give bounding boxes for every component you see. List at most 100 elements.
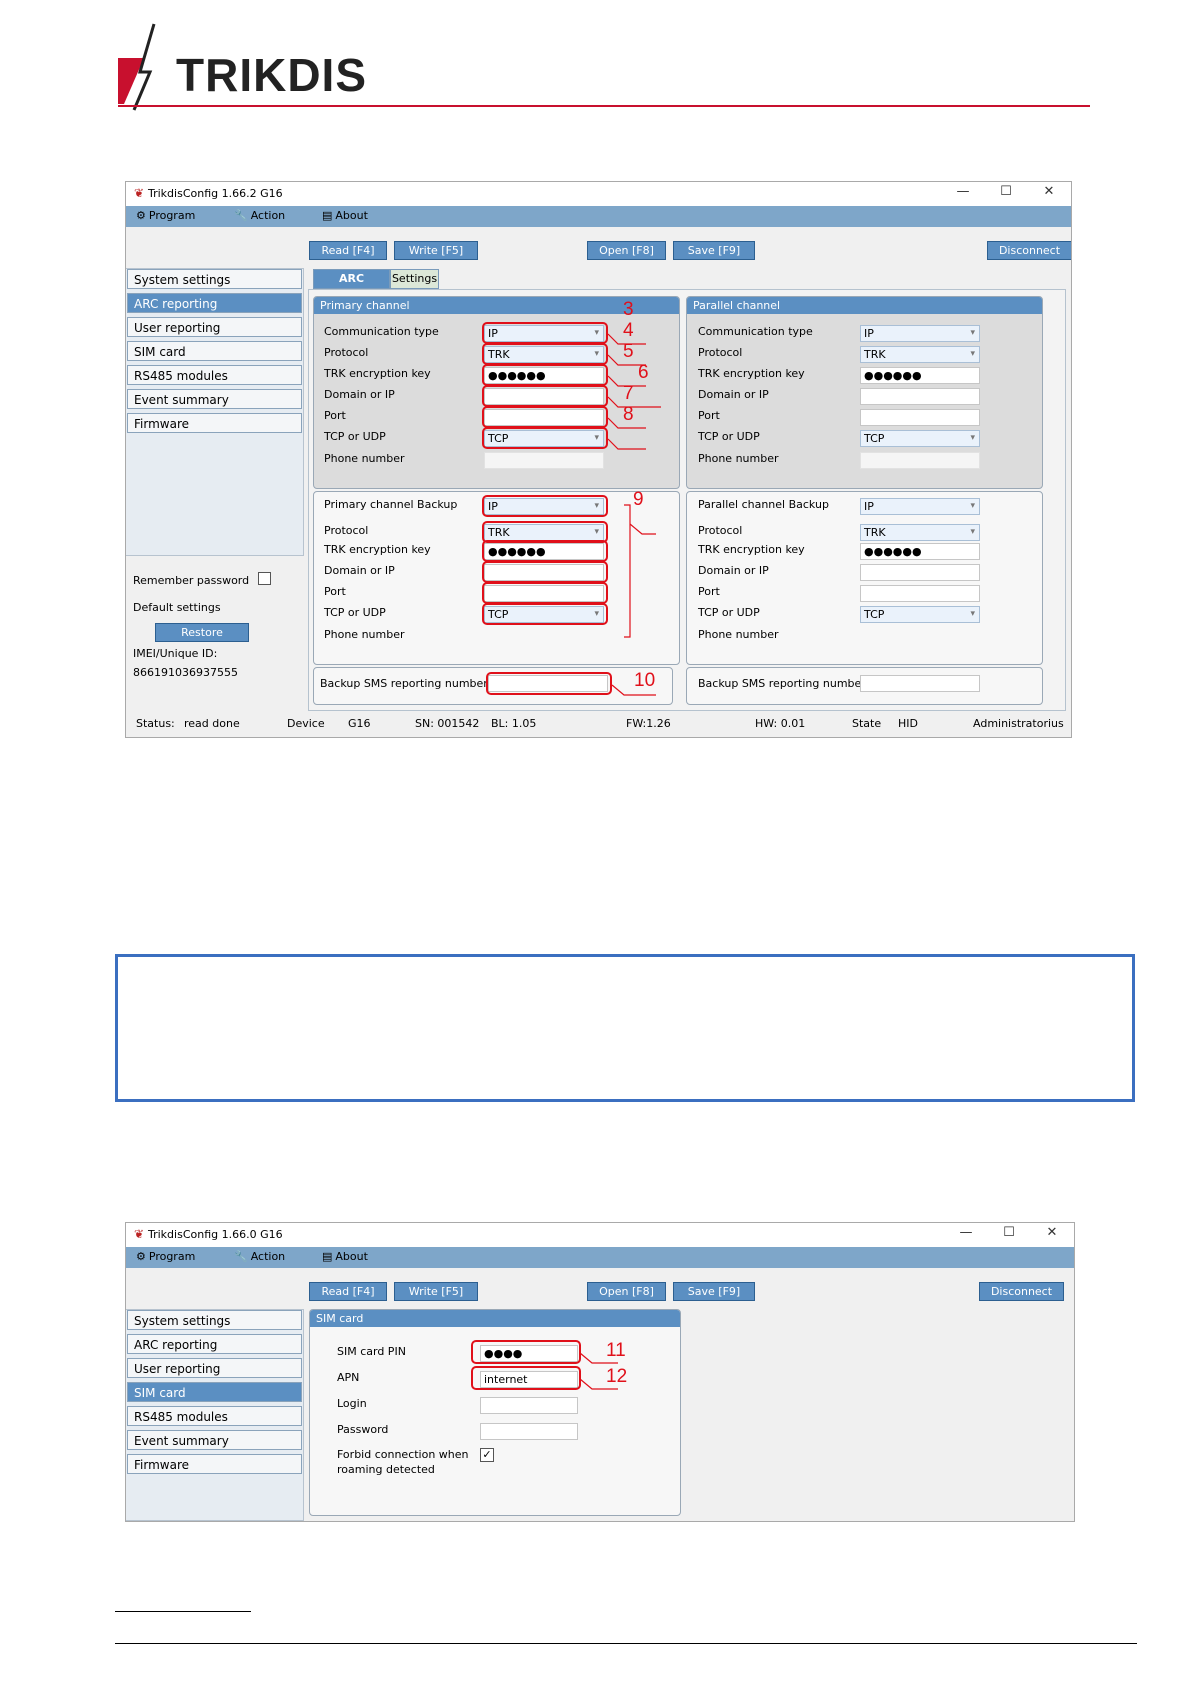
parallel-backup-port-input[interactable] [860, 585, 980, 602]
parallel-backup-phone-number-label: Phone number [698, 628, 779, 641]
menu-about[interactable]: ▤ About [322, 1250, 368, 1263]
parallel-backup-sms-input[interactable] [860, 675, 980, 692]
maximize-icon[interactable]: ☐ [999, 1225, 1019, 1240]
save-button[interactable]: Save [F9] [673, 1282, 755, 1301]
tab-arc-settings[interactable]: ARC settings [313, 269, 390, 303]
parallel-port-input[interactable] [860, 409, 980, 426]
callout-box-9d [482, 561, 608, 583]
callout-box-4 [482, 343, 608, 365]
maximize-icon[interactable]: ☐ [996, 184, 1016, 199]
parallel-tcp-udp-select[interactable]: TCP [860, 430, 980, 447]
sidebar-item-sim-card[interactable]: SIM card [127, 1382, 302, 1402]
read-button[interactable]: Read [F4] [309, 1282, 387, 1301]
menu-action[interactable]: 🔧 Action [234, 1250, 285, 1263]
parallel-domain-ip-input[interactable] [860, 388, 980, 405]
save-button[interactable]: Save [F9] [673, 241, 755, 260]
callout-number-8: 8 [623, 404, 634, 425]
phone-number-label: Phone number [324, 452, 405, 465]
firmware-version: FW:1.26 [626, 717, 671, 730]
parallel-protocol-select[interactable]: TRK [860, 346, 980, 363]
write-button[interactable]: Write [F5] [394, 241, 478, 260]
callout-number-9: 9 [633, 489, 644, 510]
restore-button[interactable]: Restore [155, 623, 249, 642]
callout-box-9a [482, 495, 608, 517]
parallel-phone-number-input[interactable] [860, 452, 980, 469]
backup-sms-label: Backup SMS reporting number [320, 677, 488, 690]
login-label: Login [337, 1397, 367, 1410]
header-rule [118, 105, 1090, 107]
parallel-backup-domain-ip-label: Domain or IP [698, 564, 769, 577]
callout-box-9c [482, 540, 608, 562]
read-button[interactable]: Read [F4] [309, 241, 387, 260]
menu-program[interactable]: ⚙ Program [136, 209, 195, 222]
serial-number: SN: 001542 [415, 717, 480, 730]
sidebar: System settings ARC reporting User repor… [126, 268, 304, 556]
backup-encryption-key-label: TRK encryption key [324, 543, 431, 556]
parallel-encryption-key-input[interactable]: ●●●●●● [860, 367, 980, 384]
menu-action[interactable]: 🔧 Action [234, 209, 285, 222]
open-button[interactable]: Open [F8] [587, 1282, 666, 1301]
callout-box-6 [482, 385, 608, 407]
password-input[interactable] [480, 1423, 578, 1440]
menu-about[interactable]: ▤ About [322, 209, 368, 222]
disconnect-button[interactable]: Disconnect [987, 241, 1071, 260]
book-icon: ▤ [322, 1250, 333, 1263]
parallel-backup-sms-label: Backup SMS reporting number [698, 677, 866, 690]
trikdis-config-window-sim: ❦ TrikdisConfig 1.66.0 G16 — ☐ ✕ ⚙ Progra… [125, 1222, 1075, 1522]
callout-box-10 [486, 672, 612, 695]
phone-number-input[interactable] [484, 452, 604, 469]
parallel-backup-encryption-key-input[interactable]: ●●●●●● [860, 543, 980, 560]
sidebar-item-firmware[interactable]: Firmware [127, 413, 302, 433]
sidebar-item-event-summary[interactable]: Event summary [127, 1430, 302, 1450]
callout-box-7 [482, 406, 608, 428]
roaming-checkbox[interactable]: ✓ [480, 1448, 494, 1462]
parallel-backup-protocol-select[interactable]: TRK [860, 524, 980, 541]
login-input[interactable] [480, 1397, 578, 1414]
parallel-backup-domain-ip-input[interactable] [860, 564, 980, 581]
domain-ip-label: Domain or IP [324, 388, 395, 401]
disconnect-button[interactable]: Disconnect [979, 1282, 1064, 1301]
sidebar-item-user-reporting[interactable]: User reporting [127, 317, 302, 337]
menu-program[interactable]: ⚙ Program [136, 1250, 195, 1263]
sidebar-item-rs485-modules[interactable]: RS485 modules [127, 365, 302, 385]
sidebar-item-system-settings[interactable]: System settings [127, 1310, 302, 1330]
state-value: HID [898, 717, 918, 730]
sidebar: System settings ARC reporting User repor… [126, 1309, 304, 1521]
app-icon: ❦ [134, 1227, 145, 1241]
password-label: Password [337, 1423, 389, 1436]
title-bar: ❦ TrikdisConfig 1.66.0 G16 — ☐ ✕ [126, 1223, 1074, 1247]
default-settings-label: Default settings [133, 601, 221, 614]
parallel-backup-comm-type-select[interactable]: IP [860, 498, 980, 515]
sidebar-item-rs485-modules[interactable]: RS485 modules [127, 1406, 302, 1426]
parallel-port-label: Port [698, 409, 720, 422]
callout-box-9e [482, 582, 608, 604]
parallel-comm-type-label: Communication type [698, 325, 813, 338]
device-value: G16 [348, 717, 371, 730]
minimize-icon[interactable]: — [953, 184, 973, 199]
parallel-comm-type-select[interactable]: IP [860, 325, 980, 342]
parallel-encryption-key-label: TRK encryption key [698, 367, 805, 380]
sidebar-item-event-summary[interactable]: Event summary [127, 389, 302, 409]
write-button[interactable]: Write [F5] [394, 1282, 478, 1301]
open-button[interactable]: Open [F8] [587, 241, 666, 260]
close-icon[interactable]: ✕ [1039, 184, 1059, 199]
sidebar-item-sim-card[interactable]: SIM card [127, 341, 302, 361]
remember-password-label: Remember password [133, 574, 250, 587]
parallel-backup-label: Parallel channel Backup [698, 498, 829, 511]
callout-number-6: 6 [638, 362, 649, 383]
close-icon[interactable]: ✕ [1042, 1225, 1062, 1240]
window-title: TrikdisConfig 1.66.2 G16 [148, 187, 283, 200]
backup-domain-ip-label: Domain or IP [324, 564, 395, 577]
tab-settings[interactable]: Settings [390, 269, 439, 289]
minimize-icon[interactable]: — [956, 1225, 976, 1240]
callout-number-7: 7 [623, 383, 634, 404]
sidebar-item-system-settings[interactable]: System settings [127, 269, 302, 289]
sidebar-item-arc-reporting[interactable]: ARC reporting [127, 293, 302, 313]
sidebar-item-arc-reporting[interactable]: ARC reporting [127, 1334, 302, 1354]
sidebar-item-user-reporting[interactable]: User reporting [127, 1358, 302, 1378]
sidebar-item-firmware[interactable]: Firmware [127, 1454, 302, 1474]
callout-box-9f [482, 603, 608, 625]
remember-password-checkbox[interactable] [258, 572, 271, 585]
parallel-backup-tcp-udp-select[interactable]: TCP [860, 606, 980, 623]
menu-bar: ⚙ Program 🔧 Action ▤ About [126, 206, 1071, 227]
